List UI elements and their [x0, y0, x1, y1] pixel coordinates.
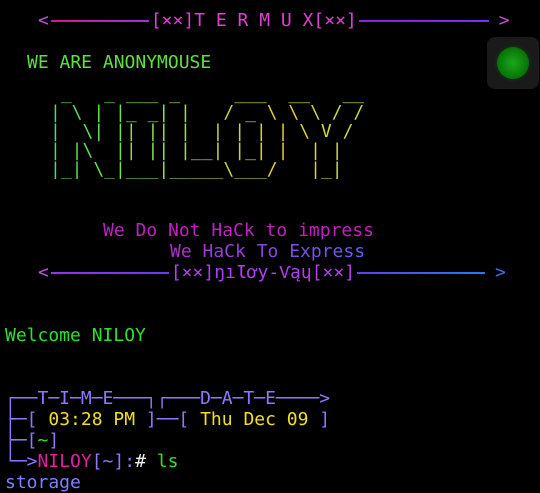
- prompt-dir-value: ~: [37, 430, 49, 451]
- prompt-user: NILOY: [37, 451, 92, 472]
- prompt-dir-open: ├─[: [5, 430, 38, 451]
- tagline-1: We Do Not HaCk to impress: [103, 220, 374, 241]
- floating-indicator-button[interactable]: [487, 37, 539, 89]
- prompt-dir-close: ]: [48, 430, 60, 451]
- banner-bottom-right-arrow: >: [495, 262, 506, 283]
- banner-top: < [××]T E R M U X[××] >: [38, 10, 510, 31]
- prompt-time-value: 03:28 PM: [48, 409, 136, 430]
- prompt-time-date-line: ├─[ 03:28 PM ]──[ Thu Dec 09 ]: [5, 409, 330, 430]
- ascii-row: |_| \_|___|_____\___/ |_|: [50, 159, 365, 180]
- tagline-2: We HaCk To Express: [170, 241, 366, 262]
- prompt-time-mid: ]──[: [135, 409, 201, 430]
- banner-bottom-left-arrow: <: [38, 262, 49, 283]
- prompt-command-line[interactable]: └─>NILOY[~]:# ls: [5, 451, 178, 472]
- welcome-line: Welcome NILOY: [5, 325, 146, 346]
- banner-bottom-title: [××]ŋıƖơy-Ѵąɥ[××]: [170, 262, 356, 283]
- banner-bottom: < [××]ŋıƖơy-Ѵąɥ[××] >: [38, 262, 506, 283]
- banner-top-title: [××]T E R M U X[××]: [150, 10, 357, 31]
- banner-bottom-right-line: [357, 271, 486, 274]
- prompt-dir-line: ├─[~]: [5, 430, 59, 451]
- prompt-cmd-prefix: └─>: [5, 451, 38, 472]
- banner-top-left-arrow: <: [38, 10, 49, 31]
- banner-top-right-line: [358, 19, 489, 22]
- prompt-time-open: ├─[: [5, 409, 49, 430]
- prompt-date-close: ]: [308, 409, 331, 430]
- prompt-cwd: [~]:: [91, 451, 136, 472]
- intro-line: WE ARE ANONYMOUSE: [27, 52, 212, 73]
- green-dot-icon: [497, 47, 529, 79]
- ascii-row: | \| || || | | | | | \ V /: [50, 121, 365, 142]
- prompt-time-date-header: ┌──T─I─M─E───┐┌───D─A─T─E────>: [5, 388, 331, 409]
- banner-top-left-line: [50, 19, 149, 22]
- ascii-row: _ _ ___ _ ___ __ __: [50, 83, 365, 104]
- ascii-row: | \ | |_ _| | / _ \ \ \ / /: [50, 102, 365, 123]
- prompt-hash: #: [135, 451, 146, 472]
- banner-bottom-left-line: [50, 271, 169, 274]
- ascii-art-logo: _ _ ___ _ ___ __ __ | \ | |_ _| | / _ \ …: [50, 84, 364, 179]
- prompt-command: ls: [145, 451, 179, 472]
- terminal-screen[interactable]: < [××]T E R M U X[××] > WE ARE ANONYMOUS…: [0, 0, 540, 493]
- banner-top-right-arrow: >: [498, 10, 510, 31]
- ascii-row: | |\ || || |__| |_| | | |: [50, 140, 365, 161]
- prompt-date-value: Thu Dec 09: [200, 409, 309, 430]
